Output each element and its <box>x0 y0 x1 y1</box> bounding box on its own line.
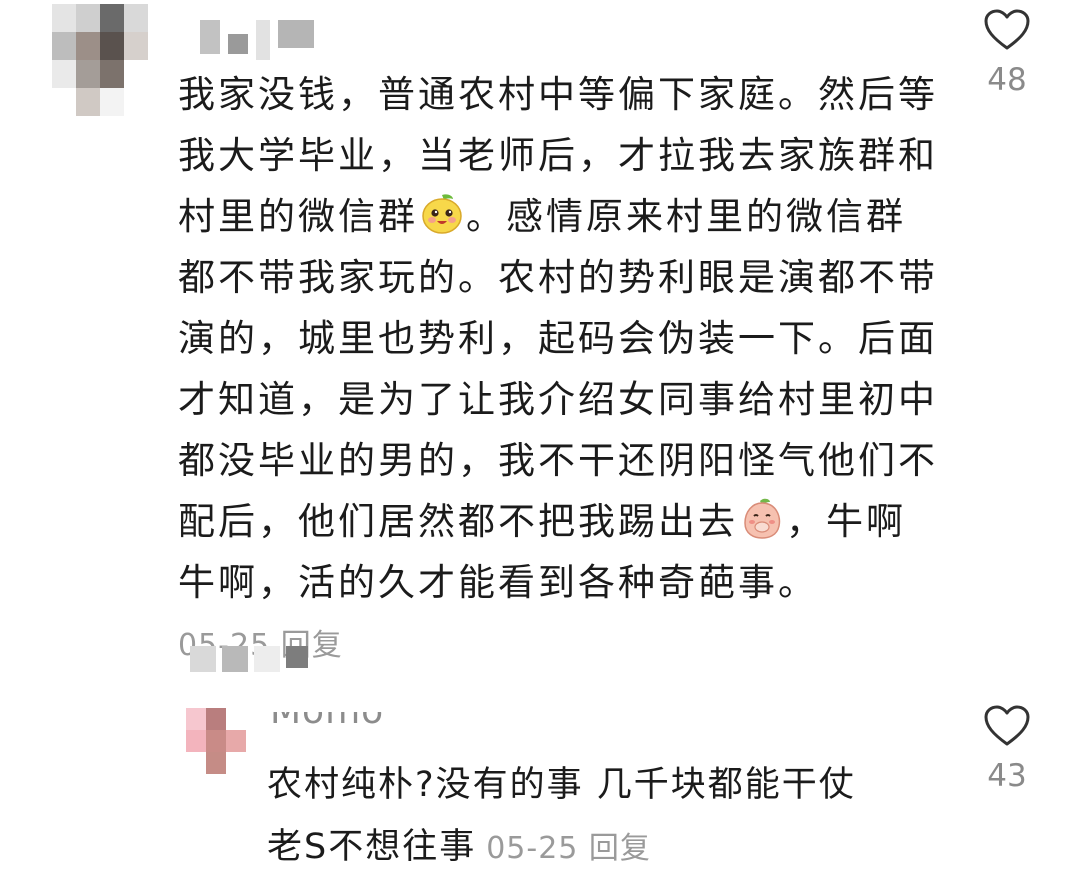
avatar[interactable] <box>52 4 148 116</box>
username-blurred[interactable] <box>200 20 314 60</box>
username[interactable]: Momo <box>270 712 384 736</box>
comment-text: 农村纯朴?没有的事 几千块都能干仗 老S不想往事 05-25 回复 <box>267 754 927 880</box>
comment-line: 老S不想往事 05-25 回复 <box>267 827 651 867</box>
like-count: 43 <box>987 758 1027 794</box>
like-button[interactable]: 48 <box>972 8 1042 98</box>
comment-item: 我家没钱，普通农村中等偏下家庭。然后等 我大学毕业，当老师后，才拉我去家族群和 … <box>0 0 1080 680</box>
comment-line: 我大学毕业，当老师后，才拉我去家族群和 <box>178 134 938 177</box>
heart-icon <box>984 705 1030 746</box>
peach-cover-mouth-emoji <box>744 498 781 539</box>
comment-line: 配后，他们居然都不把我踢出去 ，牛啊 <box>178 491 938 552</box>
comment-line: 演的，城里也势利，起码会伪装一下。后面 <box>178 317 938 360</box>
reply-item: Momo 农村纯朴?没有的事 几千块都能干仗 老S不想往事05-25 回复 43 <box>0 690 1080 894</box>
like-button[interactable]: 43 <box>972 704 1042 794</box>
comment-line: 都不带我家玩的。农村的势利眼是演都不带 <box>178 256 938 299</box>
mango-grin-emoji <box>422 194 462 234</box>
reply-blur <box>190 646 308 672</box>
comment-line: 才知道，是为了让我介绍女同事给村里初中 <box>178 378 938 421</box>
like-count: 48 <box>987 62 1027 98</box>
comment-line: 都没毕业的男的，我不干还阴阳怪气他们不 <box>178 439 938 482</box>
comment-text: 我家没钱，普通农村中等偏下家庭。然后等 我大学毕业，当老师后，才拉我去家族群和 … <box>178 64 938 613</box>
comment-line: 村里的微信群 。感情原来村里的微信群 <box>178 186 938 247</box>
heart-icon <box>984 9 1030 50</box>
comment-meta[interactable]: 05-25 回复 <box>486 831 651 866</box>
avatar[interactable] <box>186 708 246 774</box>
comment-line: 农村纯朴?没有的事 几千块都能干仗 <box>267 765 856 805</box>
comment-line: 我家没钱，普通农村中等偏下家庭。然后等 <box>178 73 938 116</box>
comment-line: 牛啊，活的久才能看到各种奇葩事。 <box>178 561 818 604</box>
